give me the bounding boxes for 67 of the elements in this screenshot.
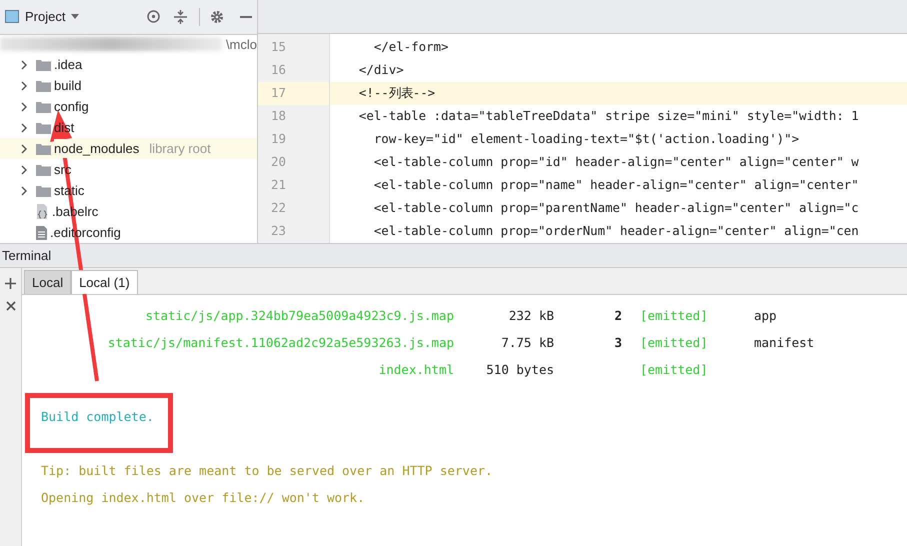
collapse-icon[interactable] <box>174 10 187 24</box>
folder-icon <box>36 184 51 196</box>
crosshair-icon[interactable] <box>147 10 160 24</box>
tree-item[interactable]: .idea <box>0 54 257 75</box>
asset-chunk: 2 <box>614 307 622 326</box>
terminal-message: Tip: built files are meant to be served over an HTTP server. <box>41 462 493 480</box>
chevron-right-icon[interactable] <box>20 122 28 132</box>
asset-status: [emitted] <box>640 307 708 326</box>
code-line: <el-table :data="tableTreeDdata" stripe size="mini" style="width: 1 <box>358 107 860 126</box>
asset-status: [emitted] <box>640 361 708 380</box>
asset-file: static/js/manifest.11062ad2c92a5e593263.js.map <box>108 334 454 352</box>
tree-item[interactable]: build <box>0 75 257 96</box>
code-line: </el-form> <box>372 38 450 56</box>
add-icon[interactable] <box>5 278 16 289</box>
line-number: 21 <box>271 176 286 194</box>
window-icon <box>5 10 19 24</box>
chevron-right-icon[interactable] <box>20 186 28 196</box>
asset-status: [emitted] <box>640 334 708 352</box>
asset-chunk: 3 <box>614 334 622 352</box>
asset-size: 7.75 kB <box>501 334 554 352</box>
line-number: 23 <box>271 222 286 240</box>
terminal-tab[interactable]: Local <box>24 270 72 294</box>
project-title[interactable]: Project <box>25 7 66 26</box>
library-root-hint: library root <box>149 140 211 158</box>
folder-icon <box>36 164 51 176</box>
text-file-icon <box>36 226 47 240</box>
code-line: <el-table-column prop="parentName" header-align="center" align="c <box>372 199 860 218</box>
line-number: 20 <box>271 153 286 172</box>
asset-file: static/js/app.324bb79ea5009a4923c9.js.map <box>145 307 454 326</box>
minimize-icon[interactable] <box>240 16 252 18</box>
chevron-right-icon[interactable] <box>20 144 28 154</box>
chevron-right-icon[interactable] <box>20 164 28 174</box>
folder-icon <box>36 80 51 92</box>
terminal-message: Opening index.html over file:// won't work. <box>41 489 365 508</box>
folder-icon <box>36 122 51 134</box>
code-line: <el-table-column prop="orderNum" header-align="center" align="cen <box>372 222 860 240</box>
folder-icon <box>36 58 51 70</box>
close-icon[interactable] <box>6 301 16 311</box>
line-number: 17 <box>271 84 286 102</box>
terminal-title: Terminal <box>2 246 52 265</box>
settings-icon[interactable] <box>210 10 224 24</box>
folder-icon <box>36 142 51 154</box>
chunk-name: app <box>754 307 777 326</box>
config-file-icon <box>36 204 49 219</box>
asset-file: index.html <box>378 361 454 380</box>
chevron-right-icon[interactable] <box>20 102 28 112</box>
code-line: <el-table-column prop="name" header-align="center" align="center" <box>372 176 860 194</box>
caret-down-icon[interactable] <box>71 14 80 20</box>
folder-icon <box>36 100 51 112</box>
tree-item[interactable]: config <box>0 96 257 117</box>
code-line: <el-table-column prop="id" header-align="center" align="center" w <box>372 153 860 172</box>
line-number: 22 <box>271 199 286 218</box>
asset-size: 510 bytes <box>486 361 554 380</box>
terminal-message: Build complete. <box>41 408 154 426</box>
line-number: 19 <box>271 130 286 148</box>
chevron-right-icon[interactable] <box>20 60 28 70</box>
terminal-tab[interactable]: Local (1) <box>71 270 138 294</box>
code-line: </div> <box>358 61 405 80</box>
chunk-name: manifest <box>754 334 814 352</box>
code-line: row-key="id" element-loading-text="$t('action.loading')"> <box>372 130 800 148</box>
line-number: 16 <box>271 61 286 80</box>
line-number: 18 <box>271 107 286 126</box>
tree-item[interactable]: node_modules library root <box>0 138 257 159</box>
path-text: \mclo <box>226 36 257 54</box>
chevron-right-icon[interactable] <box>20 80 28 90</box>
asset-size: 232 kB <box>508 307 554 326</box>
line-number: 15 <box>271 38 286 56</box>
